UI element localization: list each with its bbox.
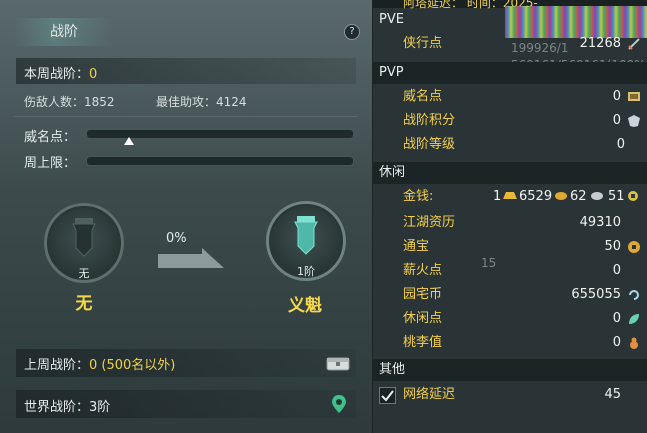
weekly-cap-label: 周上限： xyxy=(24,156,77,171)
flag-icon xyxy=(628,92,640,101)
copper-coin-icon xyxy=(628,191,638,201)
pvp-level-label: 战阶等级 xyxy=(403,137,456,152)
pve-xing-value: 21268 xyxy=(579,36,621,51)
section-other: 其他 xyxy=(373,359,647,381)
section-leisure: 休闲 xyxy=(373,162,647,184)
leisure-tongbao-value: 50 xyxy=(604,239,621,254)
leisure-tongbao-label: 通宝 xyxy=(403,239,430,254)
network-checkbox[interactable] xyxy=(379,387,396,404)
gold-ingot-icon xyxy=(503,192,517,199)
arrow-right-icon xyxy=(158,248,224,268)
help-icon[interactable]: ? xyxy=(344,24,360,40)
pvp-points-value: 0 xyxy=(612,113,621,128)
gourd-icon xyxy=(630,337,638,349)
leisure-row: 通宝 50 xyxy=(373,235,647,259)
leisure-row: 薪火点 0 xyxy=(373,259,647,283)
last-week-row: 上周战阶：0 (500名以外) xyxy=(24,354,175,373)
chest-icon[interactable] xyxy=(326,355,350,371)
world-rank-row: 世界战阶：3阶 xyxy=(24,396,110,415)
checkmark-icon xyxy=(381,390,394,402)
last-week-value: 0 (500名以外) xyxy=(89,358,176,373)
leisure-garden-value: 655055 xyxy=(571,287,621,302)
coin-icon xyxy=(628,241,640,253)
money-row: 金钱: 1 6529 62 51 xyxy=(373,185,647,209)
sword-icon xyxy=(628,38,640,50)
money-label: 金钱: xyxy=(403,189,434,204)
pve-row: 侠行点 21268 xyxy=(373,32,647,56)
pvp-row: 战阶积分 0 xyxy=(373,109,647,133)
pvp-prestige-value: 0 xyxy=(612,89,621,104)
pve-xing-label: 侠行点 xyxy=(403,36,443,51)
money-silver: 62 xyxy=(570,189,587,204)
section-pvp: PVP xyxy=(373,62,647,84)
prestige-marker-icon xyxy=(123,137,134,145)
leisure-seniority-label: 江湖资历 xyxy=(403,215,456,230)
leisure-peach-label: 桃李值 xyxy=(403,335,443,350)
world-rank-label: 世界战阶： xyxy=(24,400,90,415)
silver-coin-icon xyxy=(591,192,603,200)
leisure-points-value: 0 xyxy=(612,311,621,326)
leisure-row: 休闲点 0 xyxy=(373,307,647,331)
current-rank-name: 无 xyxy=(75,294,93,314)
next-medal-caption: 1阶 xyxy=(297,265,315,278)
weekly-rank-label: 本周战阶： xyxy=(24,67,90,82)
leisure-fire-label: 薪火点 xyxy=(403,263,443,278)
pvp-points-label: 战阶积分 xyxy=(403,113,456,128)
assist-label: 最佳助攻： xyxy=(156,95,217,109)
network-row: 网络延迟 45 xyxy=(373,383,647,407)
leisure-points-label: 休闲点 xyxy=(403,311,443,326)
current-medal-caption: 无 xyxy=(78,267,90,280)
assist-stat: 最佳助攻：4124 xyxy=(156,93,247,110)
prestige-label: 威名点： xyxy=(24,130,77,145)
leisure-fire-value: 0 xyxy=(612,263,621,278)
network-value: 45 xyxy=(604,387,621,402)
section-pve: PVE xyxy=(379,12,404,27)
money-gold-bar: 1 xyxy=(493,189,502,204)
defeated-stat: 伤敌人数：1852 xyxy=(24,93,115,110)
money-gold: 6529 xyxy=(519,189,553,204)
leisure-row: 桃李值 0 xyxy=(373,331,647,355)
next-rank-name: 义魁 xyxy=(288,296,322,316)
progress-percent: 0% xyxy=(166,231,187,246)
defeated-label: 伤敌人数： xyxy=(24,95,85,109)
weekly-rank-value: 0 xyxy=(89,67,98,82)
divider xyxy=(14,116,358,117)
weekly-cap-progress-bar xyxy=(86,156,354,166)
rank-panel: 战阶 ? 本周战阶：0 伤敌人数：1852 最佳助攻：4124 威名点： 周上限… xyxy=(0,0,373,433)
tab-rank[interactable]: 战阶 xyxy=(14,18,114,46)
pvp-level-value: 0 xyxy=(616,137,625,152)
money-copper: 51 xyxy=(608,189,625,204)
last-week-label: 上周战阶： xyxy=(24,358,90,373)
leisure-row: 园宅币 655055 xyxy=(373,283,647,307)
leaf-icon xyxy=(629,314,639,324)
defeated-value: 1852 xyxy=(84,95,115,109)
pvp-prestige-label: 威名点 xyxy=(403,89,443,104)
location-pin-icon[interactable] xyxy=(331,394,347,414)
network-label: 网络延迟 xyxy=(403,387,456,402)
leisure-row: 江湖资历 49310 xyxy=(373,211,647,235)
leisure-garden-label: 园宅币 xyxy=(403,287,443,302)
pvp-row: 威名点 0 xyxy=(373,85,647,109)
leisure-seniority-value: 49310 xyxy=(579,215,621,230)
gold-coin-icon xyxy=(555,192,567,200)
crest-icon xyxy=(628,115,640,127)
assist-value: 4124 xyxy=(216,95,247,109)
weekly-rank-row: 本周战阶：0 xyxy=(24,63,97,82)
world-rank-value: 3阶 xyxy=(89,400,111,415)
leisure-peach-value: 0 xyxy=(612,335,621,350)
swirl-icon xyxy=(629,290,639,300)
pvp-row: 战阶等级 0 xyxy=(373,133,647,157)
currency-panel: 阿塔延迟： 时间：2025- PVE 199926/1 569161/56916… xyxy=(373,0,647,433)
